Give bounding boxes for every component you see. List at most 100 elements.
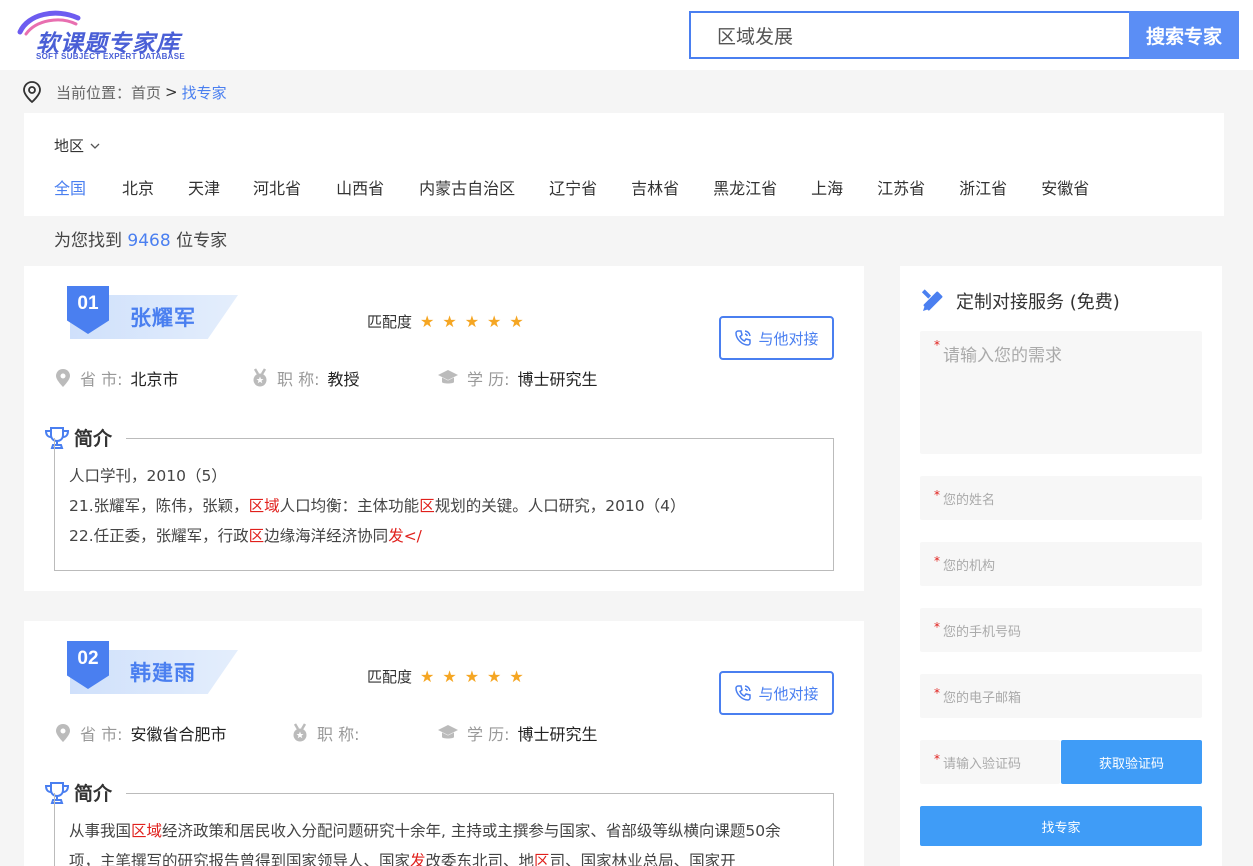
phone-icon bbox=[735, 330, 752, 346]
verification-code-placeholder: 请输入验证码 bbox=[943, 756, 1022, 772]
graduation-cap-icon bbox=[438, 370, 458, 384]
intro-segment: 人口均衡：主体功能 bbox=[279, 497, 420, 515]
intro-segment: 项，主笔撰写的研究报告曾得到国家领导人、国家 bbox=[69, 852, 411, 866]
intro-line: 项，主笔撰写的研究报告曾得到国家领导人、国家发改委东北司、地区司、国家林业总局、… bbox=[69, 846, 819, 866]
service-title: 定制对接服务 (免费) bbox=[920, 288, 1120, 314]
province-info: 省 市: 北京市 bbox=[54, 366, 179, 390]
email-placeholder: 您的电子邮箱 bbox=[943, 690, 1022, 706]
title-value: 教授 bbox=[327, 370, 360, 389]
intro-segment: 从事我国 bbox=[69, 822, 132, 840]
education-label: 学 历: bbox=[467, 370, 510, 389]
province-info: 省 市: 安徽省合肥市 bbox=[54, 721, 227, 745]
region-list: 全国 北京 天津 河北省 山西省 内蒙古自治区 辽宁省 吉林省 黑龙江省 上海 … bbox=[54, 175, 1089, 199]
region-filter-label: 地区 bbox=[54, 137, 85, 155]
intro-line: 从事我国区域经济政策和居民收入分配问题研究十余年, 主持或主撰参与国家、省部级等… bbox=[69, 816, 819, 846]
contact-expert-button[interactable]: 与他对接 bbox=[719, 316, 834, 360]
match-score: 匹配度 ★★★★★ bbox=[367, 311, 532, 332]
intro-segment: 改委东北司、地 bbox=[425, 852, 535, 866]
required-mark: * bbox=[934, 554, 940, 568]
province-value: 安徽省合肥市 bbox=[130, 725, 227, 744]
breadcrumb-current[interactable]: 找专家 bbox=[182, 82, 227, 103]
title-info: 职 称: bbox=[291, 721, 367, 745]
region-item-jilin[interactable]: 吉林省 bbox=[631, 175, 679, 199]
intro-segment: 边缘海洋经济协同 bbox=[264, 527, 389, 545]
province-value: 北京市 bbox=[130, 370, 179, 389]
region-item-jiangsu[interactable]: 江苏省 bbox=[877, 175, 925, 199]
region-item-shanghai[interactable]: 上海 bbox=[811, 175, 843, 199]
region-item-hebei[interactable]: 河北省 bbox=[253, 175, 301, 199]
medal-icon bbox=[293, 723, 307, 742]
expert-name[interactable]: 张耀军 bbox=[130, 302, 196, 332]
contact-button-label: 与他对接 bbox=[758, 684, 819, 703]
name-input[interactable]: * 您的姓名 bbox=[920, 476, 1202, 520]
find-expert-button[interactable]: 找专家 bbox=[920, 806, 1202, 846]
intro-segment: 经济政策和居民收入分配问题研究十余年, 主持或主撰参与国家、省部级等纵横向课题5… bbox=[162, 822, 781, 840]
region-item-inner-mongolia[interactable]: 内蒙古自治区 bbox=[419, 175, 515, 199]
result-suffix: 位专家 bbox=[176, 231, 228, 251]
region-item-anhui[interactable]: 安徽省 bbox=[1041, 175, 1089, 199]
intro-segment: 规划的关键。人口研究，2010（4） bbox=[434, 497, 686, 515]
region-item-all[interactable]: 全国 bbox=[54, 175, 86, 199]
verification-code-input[interactable]: * 请输入验证码 bbox=[920, 740, 1060, 784]
contact-expert-button[interactable]: 与他对接 bbox=[719, 671, 834, 715]
result-prefix: 为您找到 bbox=[54, 231, 122, 251]
expert-info-row: 省 市: 北京市 职 称: 教授 学 历: 博士研究生 bbox=[54, 366, 814, 390]
region-item-zhejiang[interactable]: 浙江省 bbox=[959, 175, 1007, 199]
star-rating: ★★★★★ bbox=[420, 312, 532, 331]
pencil-ruler-icon bbox=[921, 289, 943, 311]
expert-name[interactable]: 韩建雨 bbox=[130, 657, 196, 687]
get-code-button[interactable]: 获取验证码 bbox=[1061, 740, 1202, 784]
intro-text: 从事我国区域经济政策和居民收入分配问题研究十余年, 主持或主撰参与国家、省部级等… bbox=[54, 793, 834, 866]
header: 软课题专家库 SOFT SUBJECT EXPERT DATABASE 搜索专家 bbox=[0, 0, 1253, 70]
logo-subtitle: SOFT SUBJECT EXPERT DATABASE bbox=[36, 52, 186, 61]
keyword-highlight: 区域 bbox=[131, 822, 163, 840]
need-textarea[interactable]: * 请输入您的需求 bbox=[920, 331, 1202, 454]
keyword-highlight: 发 bbox=[410, 852, 426, 866]
title-info: 职 称: 教授 bbox=[251, 366, 360, 390]
intro-segment: 22.任正委，张耀军，行政 bbox=[69, 527, 249, 545]
search-input[interactable] bbox=[691, 13, 1129, 57]
intro-text: 人口学刊，2010（5） 21.张耀军，陈伟，张颖，区域人口均衡：主体功能区规划的… bbox=[54, 438, 834, 571]
province-label: 省 市: bbox=[80, 725, 123, 744]
phone-input[interactable]: * 您的手机号码 bbox=[920, 608, 1202, 652]
location-pin-icon bbox=[56, 369, 70, 387]
region-item-heilongjiang[interactable]: 黑龙江省 bbox=[713, 175, 777, 199]
required-mark: * bbox=[934, 686, 940, 700]
star-rating: ★★★★★ bbox=[420, 667, 532, 686]
search-button[interactable]: 搜索专家 bbox=[1129, 11, 1239, 59]
need-placeholder: 请输入您的需求 bbox=[943, 346, 1062, 366]
education-info: 学 历: 博士研究生 bbox=[437, 721, 598, 745]
result-number: 9468 bbox=[127, 231, 171, 251]
contact-button-label: 与他对接 bbox=[758, 329, 819, 348]
region-item-liaoning[interactable]: 辽宁省 bbox=[549, 175, 597, 199]
organization-input[interactable]: * 您的机构 bbox=[920, 542, 1202, 586]
region-item-beijing[interactable]: 北京 bbox=[122, 175, 154, 199]
intro-segment: 司、国家林业总局、国家开 bbox=[549, 852, 736, 866]
intro-line: 22.任正委，张耀军，行政区边缘海洋经济协同发</ bbox=[69, 521, 819, 551]
logo[interactable]: 软课题专家库 SOFT SUBJECT EXPERT DATABASE bbox=[16, 8, 216, 64]
breadcrumb: 当前位置： 首页 > 找专家 bbox=[22, 80, 227, 104]
service-title-text: 定制对接服务 (免费) bbox=[956, 292, 1120, 313]
intro-line: 人口学刊，2010（5） bbox=[69, 461, 819, 491]
keyword-highlight: 区域 bbox=[248, 497, 280, 515]
intro-line: 21.张耀军，陈伟，张颖，区域人口均衡：主体功能区规划的关键。人口研究，2010… bbox=[69, 491, 819, 521]
education-value: 博士研究生 bbox=[517, 370, 598, 389]
region-filter-dropdown[interactable]: 地区 bbox=[54, 135, 100, 156]
intro-segment: 人口学刊，2010（5） bbox=[69, 467, 227, 485]
medal-icon bbox=[253, 368, 267, 387]
region-item-shanxi[interactable]: 山西省 bbox=[336, 175, 384, 199]
name-placeholder: 您的姓名 bbox=[943, 492, 996, 508]
required-mark: * bbox=[934, 338, 940, 352]
keyword-highlight: 发</ bbox=[388, 527, 422, 545]
region-filter-panel: 地区 全国 北京 天津 河北省 山西省 内蒙古自治区 辽宁省 吉林省 黑龙江省 … bbox=[24, 113, 1224, 216]
email-input[interactable]: * 您的电子邮箱 bbox=[920, 674, 1202, 718]
region-item-tianjin[interactable]: 天津 bbox=[188, 175, 220, 199]
match-label: 匹配度 bbox=[367, 668, 413, 686]
keyword-highlight: 区 bbox=[534, 852, 550, 866]
expert-card: 01 张耀军 匹配度 ★★★★★ 与他对接 省 市: 北京市 职 称: 教授 学… bbox=[24, 266, 864, 591]
required-mark: * bbox=[934, 488, 940, 502]
keyword-highlight: 区 bbox=[419, 497, 435, 515]
rank-header: 02 韩建雨 bbox=[62, 641, 242, 697]
breadcrumb-home[interactable]: 首页 bbox=[131, 82, 161, 103]
rank-header: 01 张耀军 bbox=[62, 286, 242, 342]
